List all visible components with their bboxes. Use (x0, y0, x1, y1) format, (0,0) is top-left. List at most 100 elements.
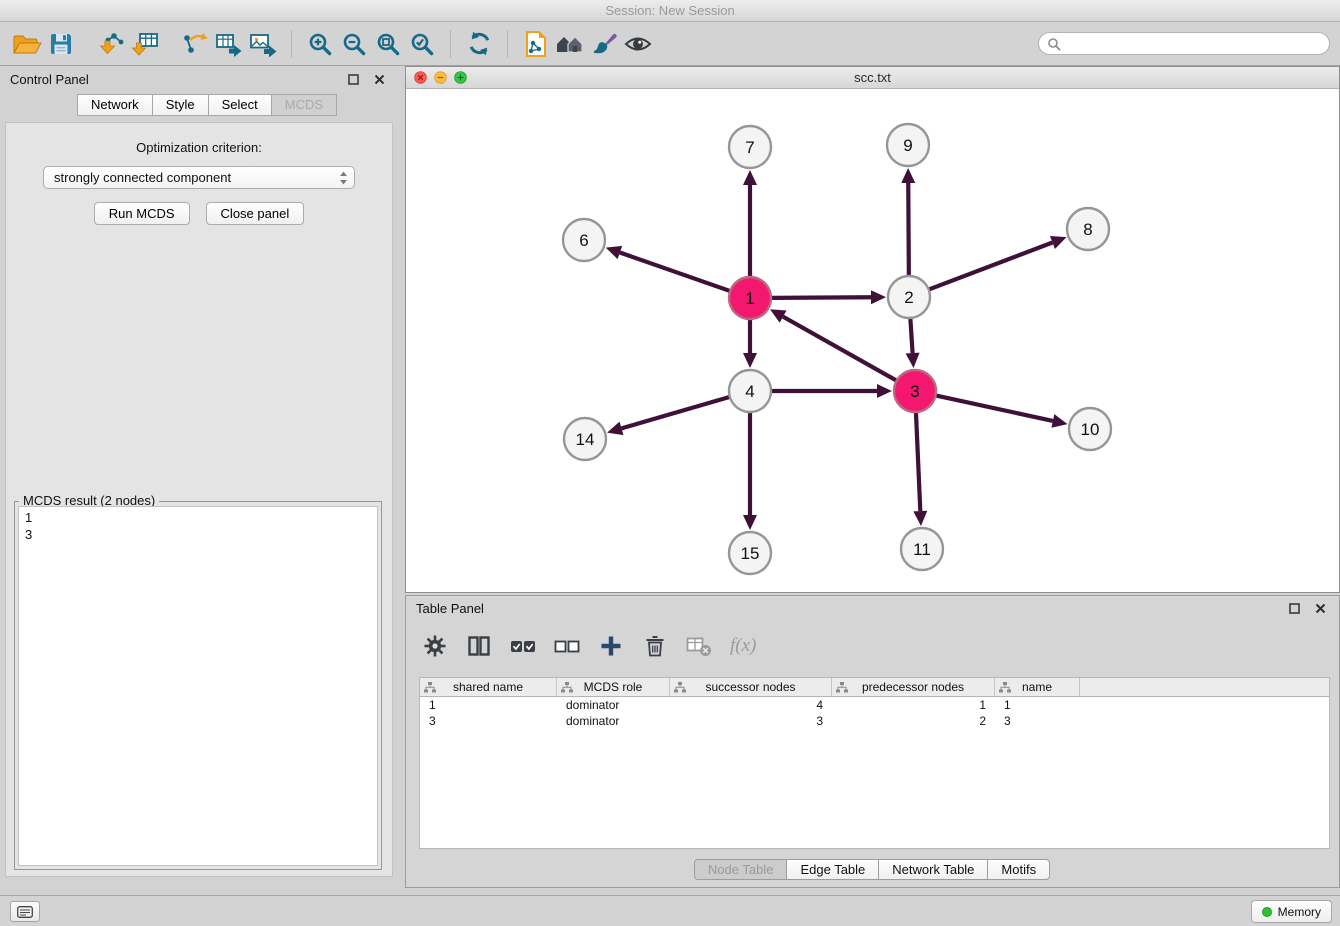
graph-node-label: 1 (745, 289, 754, 308)
memory-button[interactable]: Memory (1251, 900, 1332, 923)
toggle-graphics-details-button[interactable] (621, 28, 655, 60)
zoom-fit-button[interactable] (371, 28, 405, 60)
graph-edge-2-8[interactable] (929, 242, 1053, 289)
float-table-panel-button[interactable] (1285, 602, 1303, 616)
graph-edge-2-9[interactable] (908, 183, 909, 276)
zoom-in-button[interactable] (303, 28, 337, 60)
graph-edge-3-1[interactable] (783, 317, 897, 381)
search-icon (1047, 37, 1061, 51)
edge-arrow-icon (906, 353, 920, 368)
run-mcds-button[interactable]: Run MCDS (94, 202, 190, 225)
select-all-rows-button[interactable] (510, 632, 536, 660)
network-window-title: scc.txt (854, 70, 891, 85)
close-window-button[interactable] (414, 71, 427, 84)
tab-mcds[interactable]: MCDS (271, 94, 337, 116)
table-options-button[interactable] (422, 632, 448, 660)
import-table-button[interactable] (128, 28, 162, 60)
function-builder-button: f(x) (730, 632, 756, 660)
close-table-panel-button[interactable] (1311, 602, 1329, 616)
column-header-shared-name[interactable]: shared name (420, 678, 557, 696)
export-network-button[interactable] (178, 28, 212, 60)
column-header-name[interactable]: name (995, 678, 1080, 696)
fx-icon: f(x) (730, 635, 756, 657)
mcds-result-area[interactable]: 13 (18, 506, 378, 866)
show-console-button[interactable] (10, 901, 40, 922)
table-delete-icon (686, 634, 712, 658)
graph-edge-1-2[interactable] (771, 297, 871, 298)
graph-node-label: 4 (745, 382, 754, 401)
delete-column-button[interactable] (642, 632, 668, 660)
column-header-label: name (1022, 680, 1052, 694)
apply-style-button[interactable] (587, 28, 621, 60)
deselect-all-rows-button[interactable] (554, 632, 580, 660)
home-view-button[interactable] (553, 28, 587, 60)
table-panel-title: Table Panel (416, 601, 484, 616)
table-cell: 2 (832, 713, 995, 729)
graph-edge-3-11[interactable] (916, 412, 920, 511)
network-canvas[interactable]: 7968124314101511 (406, 89, 1339, 592)
edge-arrow-icon (743, 353, 757, 368)
mac-close-icon (414, 71, 427, 84)
search-input[interactable] (1066, 37, 1321, 51)
columns-icon (467, 634, 491, 658)
import-table-icon (131, 31, 159, 57)
graph-edge-3-10[interactable] (936, 395, 1053, 420)
table-tab-node-table[interactable]: Node Table (694, 859, 788, 880)
show-columns-button[interactable] (466, 632, 492, 660)
main-toolbar (0, 22, 1340, 66)
open-session-button[interactable] (10, 28, 44, 60)
export-table-button[interactable] (212, 28, 246, 60)
table-toolbar: f(x) (422, 627, 756, 665)
column-header-predecessor-nodes[interactable]: predecessor nodes (832, 678, 995, 696)
node-table: shared name MCDS role successor nodes prede… (419, 677, 1330, 849)
control-panel-header: Control Panel (0, 66, 398, 93)
zoom-selected-button[interactable] (405, 28, 439, 60)
table-tab-network-table[interactable]: Network Table (878, 859, 988, 880)
table-header-row: shared name MCDS role successor nodes prede… (420, 678, 1329, 697)
zoom-selected-icon (409, 31, 435, 57)
table-row[interactable]: 3dominator323 (420, 713, 1329, 729)
application-window: { "window": { "title": "Session: New Ses… (0, 0, 1340, 926)
edge-arrow-icon (607, 422, 623, 435)
column-grid-icon[interactable] (836, 682, 848, 693)
column-header-label: successor nodes (705, 680, 795, 694)
graph-edge-2-3[interactable] (910, 318, 912, 353)
close-control-panel-button[interactable] (370, 73, 388, 87)
table-row[interactable]: 1dominator411 (420, 697, 1329, 713)
edge-arrow-icon (871, 290, 886, 304)
column-grid-icon[interactable] (999, 682, 1011, 693)
network-graph[interactable]: 7968124314101511 (406, 89, 1339, 592)
column-grid-icon[interactable] (674, 682, 686, 693)
tab-select[interactable]: Select (208, 94, 272, 116)
save-session-button[interactable] (44, 28, 78, 60)
table-body: 1dominator4113dominator323 (420, 697, 1329, 729)
tab-network[interactable]: Network (77, 94, 153, 116)
column-header-mcds-role[interactable]: MCDS role (557, 678, 670, 696)
column-header-successor-nodes[interactable]: successor nodes (670, 678, 832, 696)
minimize-window-button[interactable] (434, 71, 447, 84)
column-header-label: MCDS role (584, 680, 643, 694)
table-cell: 3 (420, 713, 557, 729)
table-tab-motifs[interactable]: Motifs (987, 859, 1050, 880)
search-box[interactable] (1038, 32, 1330, 55)
network-from-file-button[interactable] (519, 28, 553, 60)
close-panel-button[interactable]: Close panel (206, 202, 305, 225)
graph-edge-4-14[interactable] (621, 397, 729, 429)
graph-edge-1-6[interactable] (620, 253, 730, 292)
column-grid-icon[interactable] (561, 682, 573, 693)
graph-node-label: 7 (745, 138, 754, 157)
export-image-button[interactable] (246, 28, 280, 60)
criterion-select[interactable]: strongly connected component (43, 166, 355, 189)
column-grid-icon[interactable] (424, 682, 436, 693)
import-network-button[interactable] (94, 28, 128, 60)
control-panel-header-icons (344, 73, 388, 87)
zoom-window-button[interactable] (454, 71, 467, 84)
table-panel-tabs: Node TableEdge TableNetwork TableMotifs (406, 859, 1339, 880)
table-tab-edge-table[interactable]: Edge Table (786, 859, 879, 880)
zoom-out-button[interactable] (337, 28, 371, 60)
style-brush-icon (591, 31, 617, 57)
refresh-view-button[interactable] (462, 28, 496, 60)
add-column-button[interactable] (598, 632, 624, 660)
float-control-panel-button[interactable] (344, 73, 362, 87)
tab-style[interactable]: Style (152, 94, 209, 116)
